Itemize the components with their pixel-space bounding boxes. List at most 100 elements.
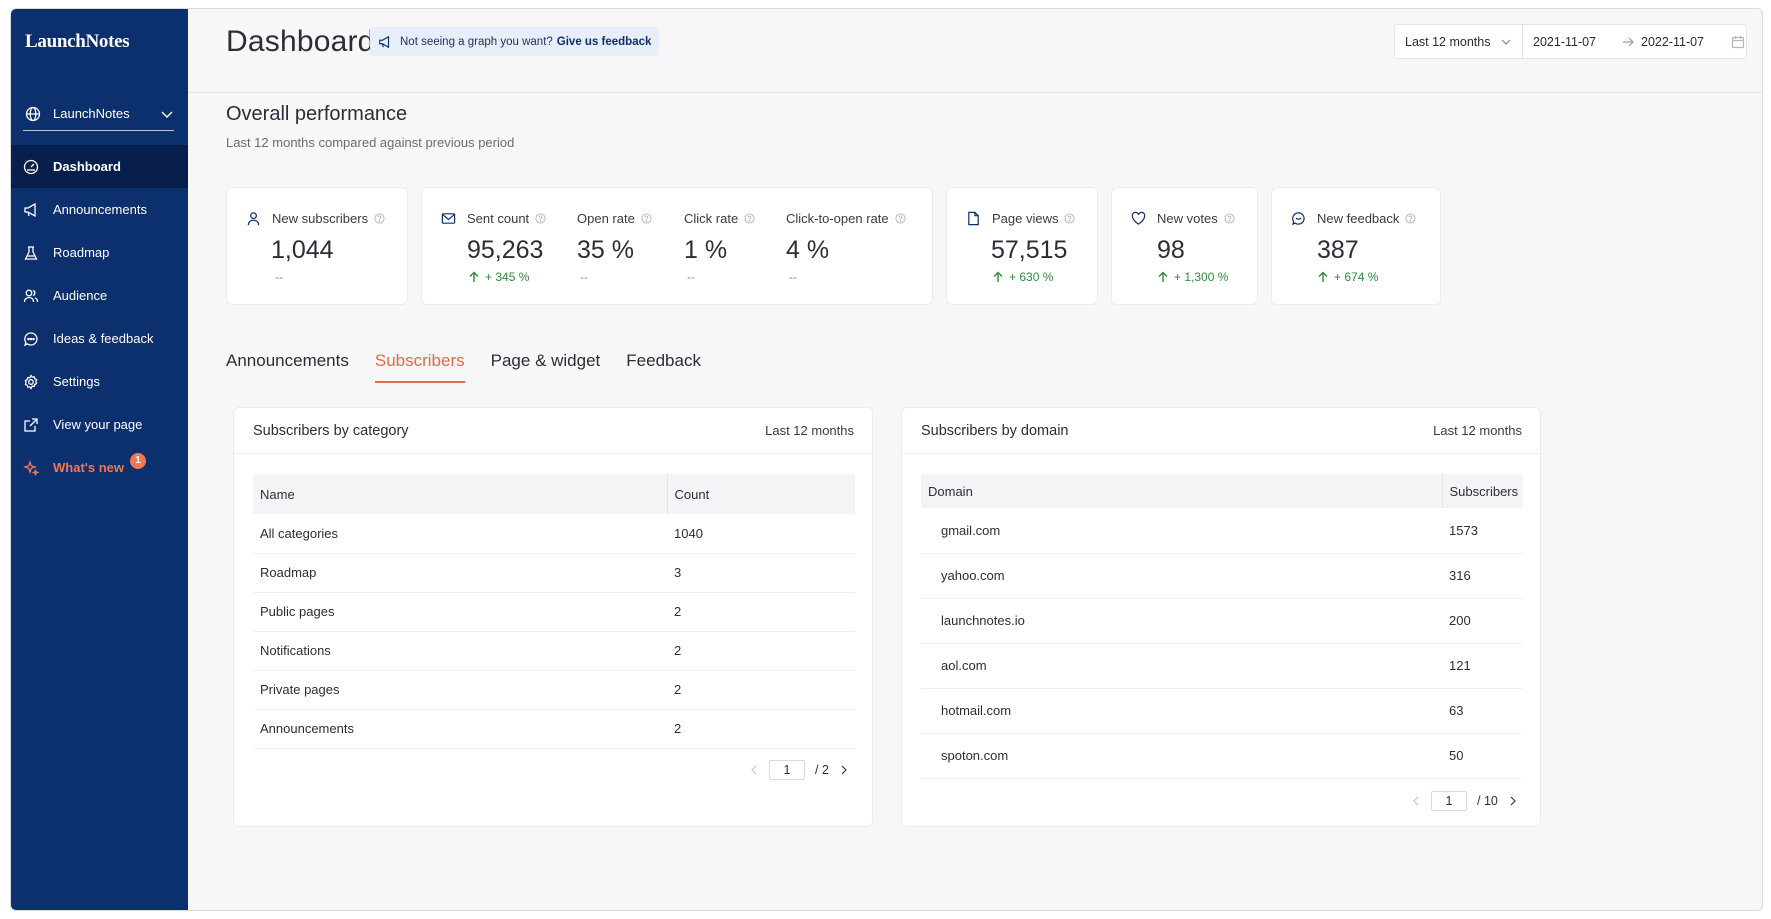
cell-subscribers: 316 <box>1442 553 1523 599</box>
sidebar-item-roadmap[interactable]: Roadmap <box>11 231 188 274</box>
sidebar-item-label: Roadmap <box>53 245 110 260</box>
sparkle-icon <box>23 459 39 476</box>
metric-label: New subscribers <box>246 211 385 226</box>
metric-value: 1,044 <box>271 236 334 264</box>
metric-value: 35 % <box>577 236 634 264</box>
tab-page-widget[interactable]: Page & widget <box>491 351 601 383</box>
help-icon[interactable] <box>1224 213 1235 224</box>
category-table: Name Count All categories 1040 Roadmap 3 P… <box>253 474 855 749</box>
metric-delta: -- <box>580 270 588 284</box>
users-icon <box>23 289 39 302</box>
cell-subscribers: 121 <box>1442 643 1523 689</box>
metric-delta-text: + 630 % <box>1009 270 1054 284</box>
cell-subscribers: 1573 <box>1442 508 1523 554</box>
metric-card-new-subscribers: New subscribers 1,044 -- <box>226 187 408 305</box>
panel-header: Subscribers by category Last 12 months <box>234 408 872 454</box>
help-icon[interactable] <box>1064 213 1076 224</box>
help-icon[interactable] <box>374 213 385 224</box>
cell-name: Private pages <box>253 670 667 710</box>
metric-label-text: New votes <box>1157 211 1218 226</box>
domain-link[interactable]: aol.com <box>921 643 1442 689</box>
column-header-name[interactable]: Name <box>253 474 667 514</box>
domain-link[interactable]: gmail.com <box>921 508 1442 554</box>
tab-subscribers[interactable]: Subscribers <box>374 351 465 383</box>
sidebar-item-view-your-page[interactable]: View your page <box>11 403 188 446</box>
panel-period: Last 12 months <box>765 423 854 438</box>
metric-value: 98 <box>1157 236 1185 264</box>
column-header-count[interactable]: Count <box>666 474 855 514</box>
user-icon <box>247 212 260 226</box>
domain-link[interactable]: yahoo.com <box>921 553 1442 599</box>
date-from-input[interactable]: 2021-11-07 <box>1523 35 1615 49</box>
document-icon <box>968 211 979 226</box>
metric-value: 57,515 <box>991 236 1068 264</box>
metric-delta: + 674 % <box>1317 270 1378 284</box>
metric-label-text: Click-to-open rate <box>786 211 889 226</box>
give-feedback-link[interactable]: Give us feedback <box>557 36 652 48</box>
sidebar-item-label: Announcements <box>53 202 147 217</box>
tab-announcements[interactable]: Announcements <box>226 351 349 383</box>
app-logo[interactable]: LaunchNotes <box>25 31 130 53</box>
help-icon[interactable] <box>744 213 755 224</box>
metric-label: Click rate <box>684 211 755 226</box>
sidebar-item-settings[interactable]: Settings <box>11 360 188 403</box>
column-header-subscribers[interactable]: Subscribers <box>1441 474 1523 508</box>
globe-icon <box>25 106 41 121</box>
metric-value: 4 % <box>786 236 830 264</box>
cell-subscribers: 200 <box>1442 598 1523 644</box>
date-to-input[interactable]: 2022-11-07 <box>1641 35 1729 49</box>
metric-card-page-views: Page views 57,515 + 630 % <box>946 187 1098 305</box>
arrow-up-icon <box>1158 271 1168 282</box>
sidebar-item-dashboard[interactable]: Dashboard <box>11 145 188 188</box>
table-row: Announcements 2 <box>253 709 855 749</box>
notification-badge: 1 <box>130 452 146 469</box>
dashboard-icon <box>23 159 39 174</box>
cell-count: 2 <box>667 631 855 671</box>
tab-feedback[interactable]: Feedback <box>626 351 701 383</box>
chevron-left-icon[interactable] <box>749 765 759 775</box>
page-number-input[interactable]: 1 <box>1431 791 1467 811</box>
cell-count: 2 <box>667 709 855 749</box>
chevron-right-icon[interactable] <box>839 765 849 775</box>
date-range-picker[interactable]: Last 12 months 2021-11-07 2022-11-07 <box>1394 24 1747 59</box>
domain-link[interactable]: hotmail.com <box>921 688 1442 734</box>
table-row: aol.com 121 <box>921 643 1523 689</box>
main-content: Overall performance Last 12 months compa… <box>188 93 1762 910</box>
sidebar-item-audience[interactable]: Audience <box>11 274 188 317</box>
sidebar-item-ideas-feedback[interactable]: Ideas & feedback <box>11 317 188 360</box>
help-icon[interactable] <box>1405 213 1416 224</box>
range-preset-select[interactable]: Last 12 months <box>1395 25 1523 58</box>
cell-name: Notifications <box>253 631 667 671</box>
feedback-banner[interactable]: Not seeing a graph you want? Give us fee… <box>370 27 660 56</box>
metric-value: 1 % <box>684 236 728 264</box>
section-tabs: Announcements Subscribers Page & widget … <box>226 351 701 383</box>
heart-icon <box>1131 211 1146 225</box>
workspace-switcher[interactable]: LaunchNotes <box>23 97 174 131</box>
column-header-domain[interactable]: Domain <box>921 474 1442 508</box>
domain-link[interactable]: launchnotes.io <box>921 598 1442 644</box>
chat-bubble-icon <box>1291 212 1305 226</box>
cell-name: Announcements <box>253 709 667 749</box>
table-row: Public pages 2 <box>253 592 855 632</box>
sidebar-item-whats-new[interactable]: What's new 1 <box>11 446 188 489</box>
page-number-input[interactable]: 1 <box>769 760 805 780</box>
help-icon[interactable] <box>535 213 546 224</box>
chevron-down-icon <box>161 111 173 118</box>
sidebar: LaunchNotes LaunchNotes Dashboard Announ… <box>11 9 188 910</box>
metric-value: 95,263 <box>467 236 544 264</box>
sidebar-item-announcements[interactable]: Announcements <box>11 188 188 231</box>
chevron-right-icon[interactable] <box>1508 796 1518 806</box>
chevron-left-icon[interactable] <box>1411 796 1421 806</box>
chat-bubble-icon <box>23 331 38 346</box>
sidebar-item-label: Dashboard <box>53 159 121 174</box>
help-icon[interactable] <box>895 213 906 224</box>
chevron-down-icon <box>1501 39 1511 45</box>
table-row: All categories 1040 <box>253 514 855 554</box>
cell-name: All categories <box>253 514 667 554</box>
flask-icon <box>24 245 38 260</box>
help-icon[interactable] <box>641 213 652 224</box>
metric-value: 387 <box>1317 236 1359 264</box>
arrow-up-icon <box>469 271 479 282</box>
domain-link[interactable]: spoton.com <box>921 733 1442 779</box>
cell-count: 3 <box>667 553 855 593</box>
